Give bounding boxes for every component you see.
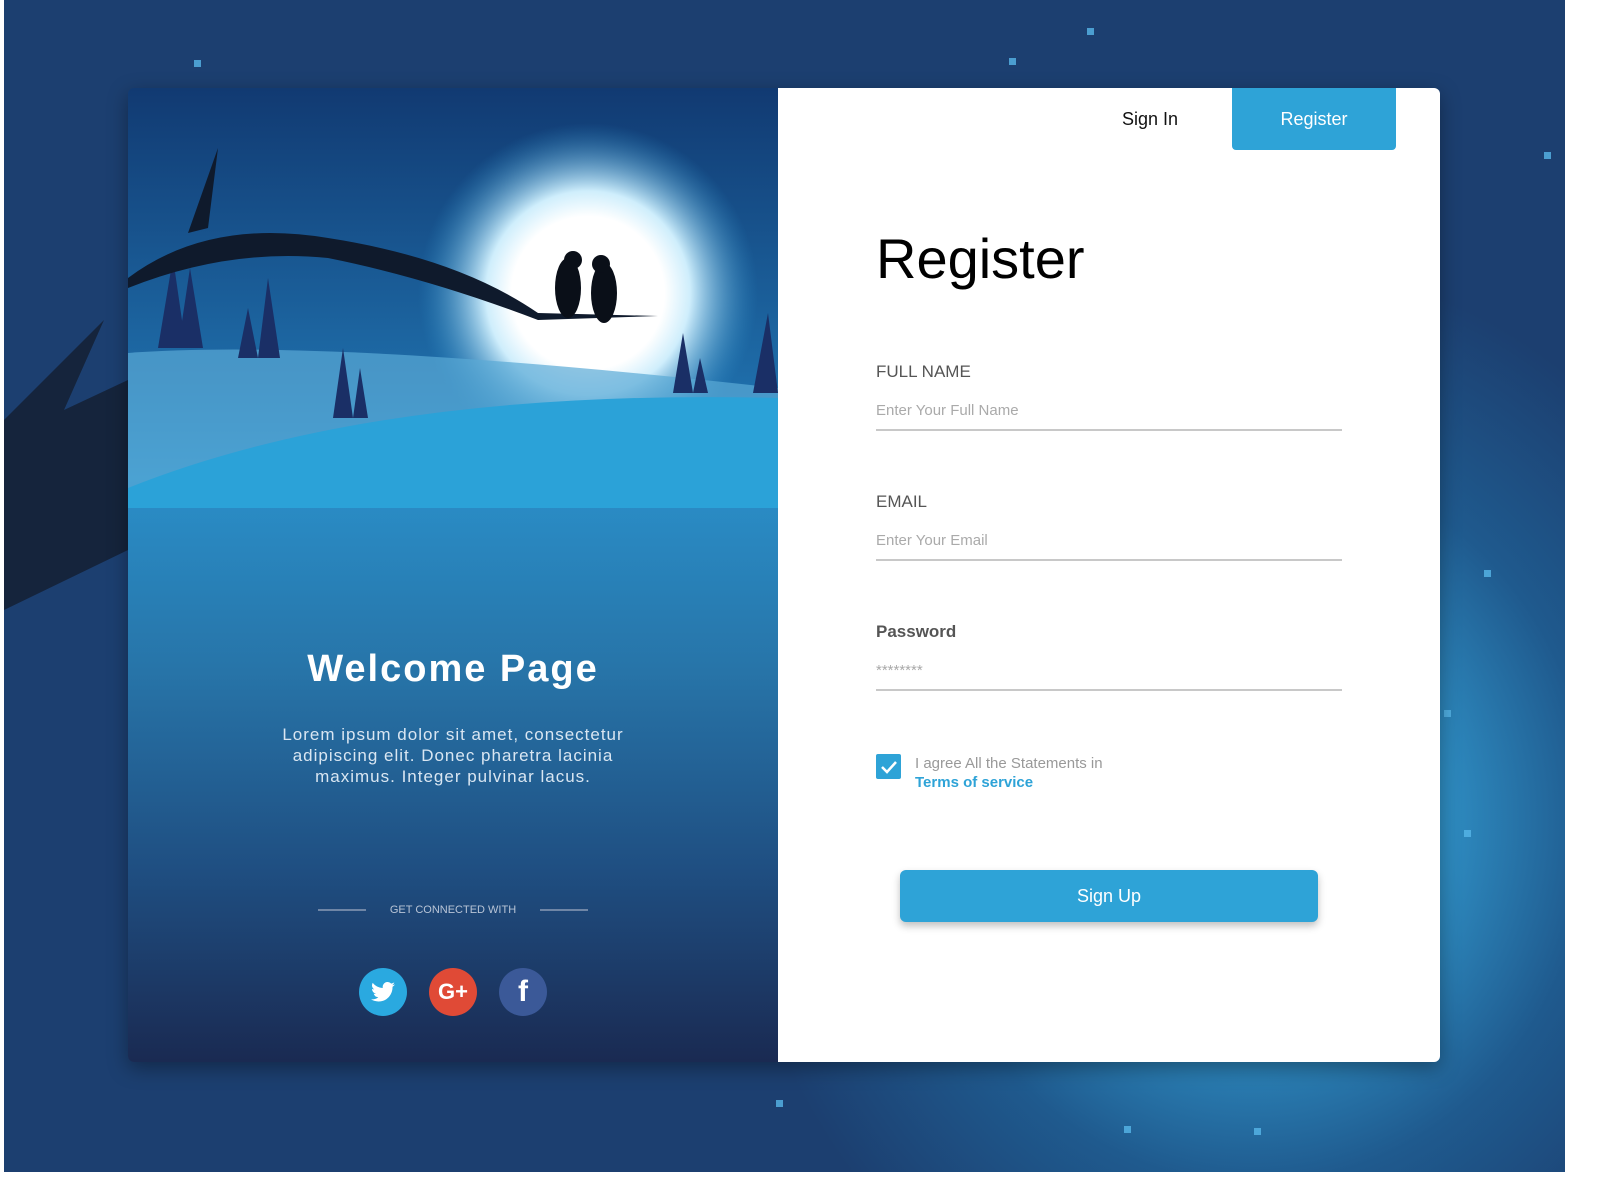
google-plus-icon[interactable]: G+ [429, 968, 477, 1016]
email-label: EMAIL [876, 492, 928, 511]
star [1464, 830, 1471, 837]
star [1254, 1128, 1261, 1135]
tab-register[interactable]: Register [1232, 88, 1396, 150]
facebook-icon[interactable]: f [499, 968, 547, 1016]
twitter-icon[interactable] [359, 968, 407, 1016]
star [776, 1100, 783, 1107]
register-panel: Sign In Register Register FULL NAME EMAI… [778, 88, 1440, 1062]
star [1444, 710, 1451, 717]
divider-line [540, 909, 589, 911]
tab-sign-in[interactable]: Sign In [1098, 88, 1202, 150]
divider-line [317, 909, 366, 911]
star [1124, 1126, 1131, 1133]
terms-of-service-link[interactable]: Terms of service [915, 773, 1103, 792]
social-buttons: G+ f [359, 968, 547, 1016]
sign-up-button[interactable]: Sign Up [900, 870, 1318, 922]
welcome-text: Lorem ipsum dolor sit amet, consectetur … [282, 725, 624, 786]
password-label: Password [876, 622, 957, 641]
agree-text: I agree All the Statements in [915, 755, 1103, 772]
password-group: Password [876, 622, 1342, 691]
email-group: EMAIL [876, 492, 1342, 561]
welcome-panel: Welcome Page Lorem ipsum dolor sit amet,… [128, 88, 778, 1062]
password-input[interactable] [876, 662, 1342, 691]
email-input[interactable] [876, 532, 1342, 561]
agree-checkbox[interactable] [876, 754, 901, 779]
moon-birds-illustration [128, 123, 778, 508]
star [1087, 28, 1094, 35]
form-title: Register [876, 227, 1085, 290]
welcome-title: Welcome Page [307, 648, 599, 690]
full-name-input[interactable] [876, 402, 1342, 431]
auth-card: Welcome Page Lorem ipsum dolor sit amet,… [128, 88, 1440, 1062]
social-divider: GET CONNECTED WITH [128, 904, 778, 916]
terms-agreement: I agree All the Statements in Terms of s… [876, 754, 1103, 792]
star [1484, 570, 1491, 577]
full-name-label: FULL NAME [876, 362, 971, 381]
star [194, 60, 201, 67]
star [1009, 58, 1016, 65]
tree-branch-silhouette [4, 320, 128, 610]
full-name-group: FULL NAME [876, 362, 1342, 431]
check-icon [880, 760, 897, 774]
connect-label: GET CONNECTED WITH [389, 904, 517, 916]
star [1544, 152, 1551, 159]
